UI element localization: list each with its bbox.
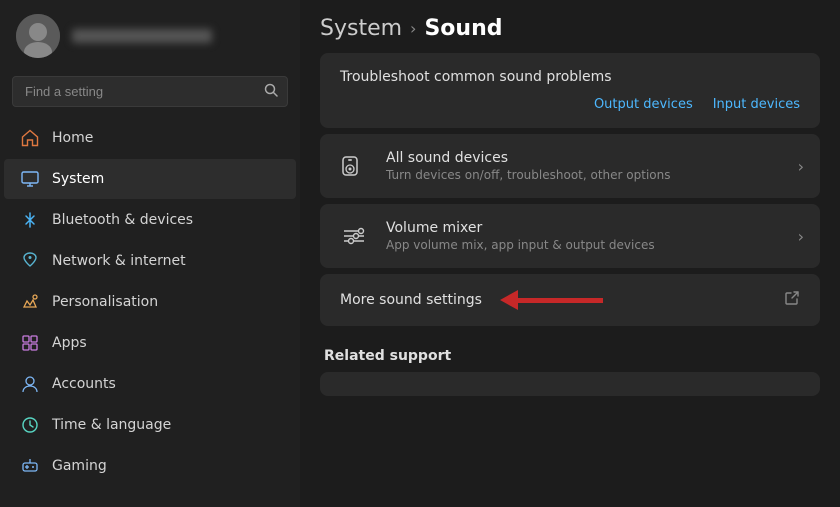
volume-mixer-title: Volume mixer [386, 220, 798, 236]
input-devices-link[interactable]: Input devices [713, 97, 800, 112]
arrow-annotation [500, 290, 603, 310]
apps-icon [20, 333, 40, 353]
sidebar-item-time-label: Time & language [52, 417, 171, 433]
support-item[interactable] [320, 372, 820, 396]
sidebar-item-apps-label: Apps [52, 335, 87, 351]
breadcrumb-system: System [320, 16, 402, 41]
arrow-head [500, 290, 518, 310]
home-icon [20, 128, 40, 148]
sidebar-item-gaming-label: Gaming [52, 458, 107, 474]
more-sound-settings-card[interactable]: More sound settings [320, 274, 820, 326]
sidebar-item-system[interactable]: System [4, 159, 296, 199]
sidebar-item-bluetooth-label: Bluetooth & devices [52, 212, 193, 228]
external-link-icon [784, 290, 800, 310]
all-sound-devices-title: All sound devices [386, 150, 798, 166]
all-sound-devices-subtitle: Turn devices on/off, troubleshoot, other… [386, 168, 798, 182]
volume-mixer-item[interactable]: Volume mixer App volume mix, app input &… [320, 204, 820, 268]
accounts-icon [20, 374, 40, 394]
avatar [16, 14, 60, 58]
sidebar-item-accounts[interactable]: Accounts [4, 364, 296, 404]
profile-section [0, 0, 300, 72]
troubleshoot-card: Troubleshoot common sound problems Outpu… [320, 53, 820, 128]
related-support-label: Related support [320, 332, 820, 372]
main-content: System › Sound Troubleshoot common sound… [300, 0, 840, 507]
search-input[interactable] [12, 76, 288, 107]
breadcrumb-sound: Sound [424, 16, 502, 41]
search-icon [264, 83, 278, 101]
time-icon [20, 415, 40, 435]
volume-mixer-card: Volume mixer App volume mix, app input &… [320, 204, 820, 268]
all-sound-devices-card: All sound devices Turn devices on/off, t… [320, 134, 820, 198]
sidebar-item-apps[interactable]: Apps [4, 323, 296, 363]
nav-list: Home System Bluetooth & devices [0, 117, 300, 507]
sidebar-item-personalisation-label: Personalisation [52, 294, 158, 310]
search-box[interactable] [12, 76, 288, 107]
troubleshoot-links: Output devices Input devices [340, 97, 800, 112]
network-icon [20, 251, 40, 271]
bluetooth-icon [20, 210, 40, 230]
all-sound-devices-item[interactable]: All sound devices Turn devices on/off, t… [320, 134, 820, 198]
volume-mixer-subtitle: App volume mix, app input & output devic… [386, 238, 798, 252]
sidebar-item-network-label: Network & internet [52, 253, 186, 269]
all-sound-devices-content: All sound devices Turn devices on/off, t… [386, 150, 798, 182]
breadcrumb: System › Sound [320, 0, 820, 53]
sidebar-item-gaming[interactable]: Gaming [4, 446, 296, 486]
sidebar-item-network[interactable]: Network & internet [4, 241, 296, 281]
volume-mixer-content: Volume mixer App volume mix, app input &… [386, 220, 798, 252]
troubleshoot-title: Troubleshoot common sound problems [340, 69, 800, 85]
sidebar-item-time[interactable]: Time & language [4, 405, 296, 445]
volume-mixer-chevron: › [798, 227, 804, 246]
sidebar-item-personalisation[interactable]: Personalisation [4, 282, 296, 322]
all-sound-devices-chevron: › [798, 157, 804, 176]
system-icon [20, 169, 40, 189]
personalisation-icon [20, 292, 40, 312]
output-devices-link[interactable]: Output devices [594, 97, 693, 112]
sidebar-item-system-label: System [52, 171, 104, 187]
username-bar [72, 29, 212, 43]
all-sound-devices-icon [336, 148, 372, 184]
sidebar-item-accounts-label: Accounts [52, 376, 116, 392]
sidebar: Home System Bluetooth & devices [0, 0, 300, 507]
volume-mixer-icon [336, 218, 372, 254]
sidebar-item-home-label: Home [52, 130, 93, 146]
sidebar-item-bluetooth[interactable]: Bluetooth & devices [4, 200, 296, 240]
more-sound-settings-item[interactable]: More sound settings [320, 274, 820, 326]
gaming-icon [20, 456, 40, 476]
arrow-shaft [518, 298, 603, 303]
breadcrumb-chevron: › [410, 19, 416, 38]
sidebar-item-home[interactable]: Home [4, 118, 296, 158]
